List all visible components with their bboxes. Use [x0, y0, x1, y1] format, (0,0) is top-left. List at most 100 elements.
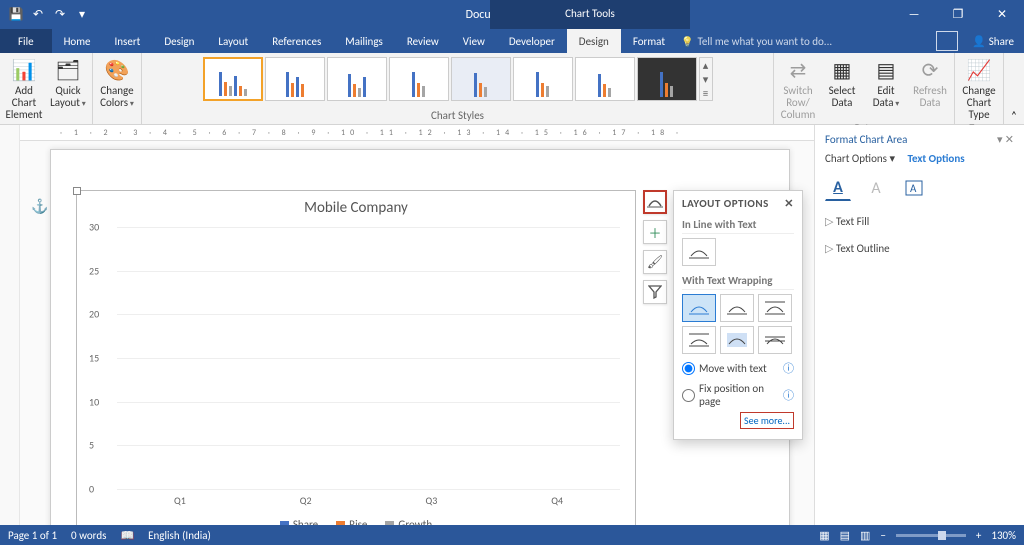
tab-layout[interactable]: Layout	[206, 29, 260, 53]
chart-style-3[interactable]	[327, 57, 387, 101]
tab-review[interactable]: Review	[395, 29, 451, 53]
layout-options-title: LAYOUT OPTIONS	[682, 197, 769, 210]
switch-row-column-icon: ⇄	[778, 57, 818, 85]
wrap-through[interactable]	[758, 294, 792, 322]
wrap-tight[interactable]	[720, 294, 754, 322]
bars-container: Q1Q2Q3Q4	[117, 227, 620, 489]
change-chart-type-button[interactable]: 📈Change Chart Type	[959, 57, 999, 121]
change-chart-type-icon: 📈	[959, 57, 999, 85]
legend-growth[interactable]: Growth	[385, 518, 432, 525]
switch-row-column-button: ⇄Switch Row/ Column	[778, 57, 818, 121]
text-effects-icon[interactable]: A	[863, 175, 889, 201]
text-options-link[interactable]: Text Options	[907, 152, 964, 165]
legend-rise[interactable]: Rise	[336, 518, 367, 525]
view-print-layout[interactable]: ▤	[840, 529, 850, 542]
layout-options-close[interactable]: ✕	[784, 197, 794, 210]
text-fill-section[interactable]: Text Fill	[825, 215, 1014, 228]
refresh-data-icon: ⟳	[910, 57, 950, 85]
save-icon[interactable]: 💾	[8, 7, 24, 23]
textbox-icon[interactable]: A	[901, 175, 927, 201]
wrap-front[interactable]	[758, 326, 792, 354]
tab-view[interactable]: View	[451, 29, 497, 53]
edit-data-button[interactable]: ▤Edit Data	[866, 57, 906, 109]
chart-styles-button[interactable]: 🖌	[643, 250, 667, 274]
chart-style-2[interactable]	[265, 57, 325, 101]
tab-chart-design[interactable]: Design	[567, 29, 621, 53]
pane-dropdown-icon[interactable]: ▾	[997, 133, 1003, 146]
chart-legend[interactable]: Share Rise Growth	[77, 518, 635, 525]
share-button[interactable]: 👤Share	[972, 35, 1014, 48]
tab-home[interactable]: Home	[52, 29, 103, 53]
chart-style-4[interactable]	[389, 57, 449, 101]
anchor-icon: ⚓	[31, 198, 48, 215]
layout-options-popup: LAYOUT OPTIONS✕ In Line with Text With T…	[673, 190, 803, 440]
tell-me-input[interactable]: Tell me what you want to do...	[681, 29, 832, 53]
close-button[interactable]: ✕	[980, 0, 1024, 29]
chart-style-6[interactable]	[513, 57, 573, 101]
change-colors-icon: 🎨	[97, 57, 137, 85]
select-data-button[interactable]: ▦Select Data	[822, 57, 862, 109]
tab-chart-format[interactable]: Format	[621, 29, 677, 53]
fix-position-radio[interactable]: Fix position on page ⓘ	[682, 382, 794, 408]
styles-gallery-more[interactable]: ▴▾≡	[699, 57, 713, 101]
wrap-behind[interactable]	[720, 326, 754, 354]
status-bar: Page 1 of 1 0 words 📖 English (India) ▦ …	[0, 525, 1024, 545]
chart-style-8[interactable]	[637, 57, 697, 101]
vertical-ruler	[0, 125, 20, 525]
inline-section-label: In Line with Text	[682, 218, 794, 234]
chart-styles-gallery[interactable]: ▴▾≡	[203, 55, 713, 101]
wrap-top-bottom[interactable]	[682, 326, 716, 354]
legend-share[interactable]: Share	[280, 518, 318, 525]
zoom-in[interactable]: +	[976, 529, 981, 542]
tab-design[interactable]: Design	[152, 29, 206, 53]
chart-filters-button[interactable]	[643, 280, 667, 304]
chart-object[interactable]: Mobile Company 051015202530 Q1Q2Q3Q4 Sha…	[76, 190, 636, 525]
tab-file[interactable]: File	[0, 29, 52, 53]
wrap-inline[interactable]	[682, 238, 716, 266]
chart-style-7[interactable]	[575, 57, 635, 101]
chart-options-link[interactable]: Chart Options ▾	[825, 152, 895, 165]
minimize-button[interactable]: —	[892, 0, 936, 29]
tab-insert[interactable]: Insert	[103, 29, 153, 53]
page: ⚓ Mobile Company 051015202530 Q1Q2Q3Q4 S…	[50, 149, 790, 525]
group-label-styles: Chart Styles	[431, 109, 484, 122]
group-data: ⇄Switch Row/ Column ▦Select Data ▤Edit D…	[774, 53, 955, 124]
tab-references[interactable]: References	[260, 29, 333, 53]
zoom-level[interactable]: 130%	[991, 529, 1016, 542]
undo-icon[interactable]: ↶	[30, 7, 46, 23]
add-chart-element-button[interactable]: 📊 Add Chart Element	[4, 57, 44, 133]
zoom-out[interactable]: −	[880, 529, 885, 542]
restore-button[interactable]: ❐	[936, 0, 980, 29]
view-web-layout[interactable]: ▥	[860, 529, 870, 542]
chart-plot-area[interactable]: 051015202530 Q1Q2Q3Q4	[117, 227, 620, 489]
group-type: 📈Change Chart Type Type	[955, 53, 1004, 124]
text-fill-outline-icon[interactable]: A	[825, 175, 851, 201]
chart-style-1[interactable]	[203, 57, 263, 101]
see-more-link[interactable]: See more...	[740, 412, 794, 429]
quick-layout-button[interactable]: 🗂 Quick Layout	[48, 57, 88, 109]
tab-developer[interactable]: Developer	[497, 29, 567, 53]
redo-icon[interactable]: ↷	[52, 7, 68, 23]
format-chart-area-pane: Format Chart Area▾ ✕ Chart Options ▾ Tex…	[814, 125, 1024, 525]
move-with-text-radio[interactable]: Move with text ⓘ	[682, 360, 794, 376]
word-count[interactable]: 0 words	[71, 529, 106, 542]
proofing-icon[interactable]: 📖	[120, 529, 134, 542]
wrap-square[interactable]	[682, 294, 716, 322]
view-read-mode[interactable]: ▦	[819, 529, 829, 542]
qat-more-icon[interactable]: ▾	[74, 7, 90, 23]
chart-title[interactable]: Mobile Company	[77, 191, 635, 225]
text-outline-section[interactable]: Text Outline	[825, 242, 1014, 255]
document-canvas[interactable]: · 1 · 2 · 3 · 4 · 5 · 6 · 7 · 8 · 9 · 10…	[20, 125, 814, 525]
account-icon[interactable]	[936, 31, 958, 51]
change-colors-button[interactable]: 🎨 Change Colors	[97, 57, 137, 109]
zoom-slider[interactable]	[896, 534, 966, 537]
collapse-ribbon-button[interactable]: ˄	[1004, 53, 1024, 124]
pane-close-icon[interactable]: ✕	[1005, 133, 1014, 146]
chart-style-5[interactable]	[451, 57, 511, 101]
page-count[interactable]: Page 1 of 1	[8, 529, 57, 542]
layout-options-button[interactable]	[643, 190, 667, 214]
chart-elements-button[interactable]: ＋	[643, 220, 667, 244]
language-status[interactable]: English (India)	[148, 529, 211, 542]
tab-mailings[interactable]: Mailings	[333, 29, 395, 53]
category-label: Q3	[425, 494, 437, 507]
